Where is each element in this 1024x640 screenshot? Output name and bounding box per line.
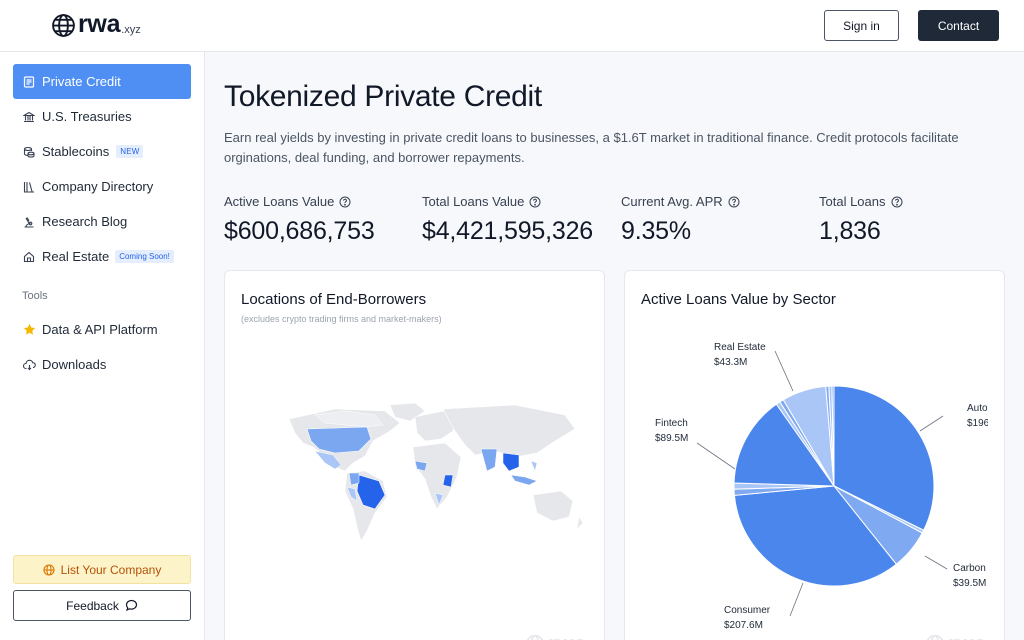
- page-title: Tokenized Private Credit: [224, 80, 542, 113]
- pie-label-fintech: Fintech $89.5M: [655, 418, 689, 444]
- cloud-download-icon: [22, 358, 36, 372]
- list-your-company-button[interactable]: List Your Company: [13, 555, 191, 584]
- map-region-east-africa: [442, 474, 454, 488]
- stat-current-avg-apr: Current Avg. APR 9.35%: [621, 194, 740, 246]
- map-region-asia: [442, 404, 576, 458]
- map-card: Locations of End-Borrowers (excludes cry…: [224, 270, 605, 640]
- sidebar-item-label: Company Directory: [42, 179, 154, 194]
- world-map[interactable]: [275, 401, 585, 551]
- page-description: Earn real yields by investing in private…: [224, 130, 959, 165]
- stat-label: Total Loans Value: [422, 194, 525, 209]
- library-icon: [22, 180, 36, 194]
- star-icon: [22, 323, 36, 337]
- map-region-australia: [532, 490, 574, 522]
- contact-button[interactable]: Contact: [918, 10, 999, 41]
- sidebar-item-label: Real Estate: [42, 249, 110, 264]
- pie-leader-line: [696, 442, 736, 470]
- stat-value: 9.35%: [621, 217, 691, 245]
- stat-value: $4,421,595,326: [422, 217, 593, 245]
- pie-label-real-estate: Real Estate $43.3M: [714, 342, 766, 368]
- globe-icon: [526, 634, 544, 640]
- map-region-southeast-asia: [502, 452, 520, 472]
- stat-active-loans-value: Active Loans Value $600,686,753: [224, 194, 375, 246]
- rwa-watermark: rwa: [525, 631, 586, 640]
- sidebar-item-label: Private Credit: [42, 74, 121, 89]
- stat-value: $600,686,753: [224, 217, 375, 245]
- map-region-philippines: [530, 460, 538, 472]
- coins-icon: [22, 145, 36, 159]
- stat-total-loans-value: Total Loans Value $4,421,595,326: [422, 194, 593, 246]
- help-icon[interactable]: [728, 196, 740, 208]
- microscope-icon: [22, 215, 36, 229]
- sidebar-item-research-blog[interactable]: Research Blog: [13, 204, 191, 239]
- map-region-colombia: [348, 472, 360, 486]
- sidebar-item-label: Research Blog: [42, 214, 128, 229]
- bank-icon: [22, 110, 36, 124]
- globe-icon: [926, 634, 944, 640]
- coming-soon-badge: Coming Soon!: [115, 250, 174, 263]
- globe-icon: [43, 563, 55, 576]
- sidebar-item-private-credit[interactable]: Private Credit: [13, 64, 191, 99]
- top-header: rwa .xyz Sign in Contact: [0, 0, 1024, 52]
- map-region-new-zealand: [576, 516, 584, 530]
- stat-label: Total Loans: [819, 194, 886, 209]
- list-company-label: List Your Company: [60, 562, 162, 577]
- new-badge: NEW: [116, 145, 144, 158]
- sidebar-item-label: Data & API Platform: [42, 322, 158, 337]
- stat-label: Active Loans Value: [224, 194, 335, 209]
- feedback-button[interactable]: Feedback: [13, 590, 191, 621]
- stat-total-loans: Total Loans 1,836: [819, 194, 903, 246]
- pie-card: Active Loans Value by Sector Real Estate…: [624, 270, 1005, 640]
- sidebar-item-us-treasuries[interactable]: U.S. Treasuries: [13, 99, 191, 134]
- pie-leader-line: [774, 350, 794, 392]
- feedback-label: Feedback: [66, 598, 119, 613]
- document-icon: [22, 75, 36, 89]
- pie-leader-line: [919, 415, 944, 432]
- globe-icon: [52, 14, 75, 37]
- chat-bubble-icon: [125, 599, 138, 612]
- sector-pie-chart[interactable]: [625, 271, 1005, 640]
- sidebar-item-label: Stablecoins: [42, 144, 110, 159]
- rwa-watermark: rwa: [925, 631, 986, 640]
- map-region-india: [480, 448, 498, 472]
- map-card-subtitle: (excludes crypto trading firms and marke…: [241, 314, 442, 324]
- pie-leader-line: [789, 582, 804, 617]
- stat-label: Current Avg. APR: [621, 194, 723, 209]
- logo-text: rwa: [78, 10, 121, 38]
- map-region-indonesia: [510, 474, 538, 486]
- pie-leader-line: [924, 555, 948, 570]
- sidebar-item-label: Downloads: [42, 357, 107, 372]
- sidebar-item-company-directory[interactable]: Company Directory: [13, 169, 191, 204]
- help-icon[interactable]: [339, 196, 351, 208]
- sidebar-item-real-estate[interactable]: Real Estate Coming Soon!: [13, 239, 191, 274]
- help-icon[interactable]: [891, 196, 903, 208]
- help-icon[interactable]: [529, 196, 541, 208]
- pie-card-clip-edge: [988, 391, 1004, 591]
- pie-label-carbon: Carbon $39.5M: [953, 563, 987, 589]
- sidebar-item-data-api-platform[interactable]: Data & API Platform: [13, 312, 191, 347]
- pie-label-consumer: Consumer $207.6M: [724, 605, 771, 631]
- sidebar: Private Credit U.S. Treasuries Stablecoi…: [0, 52, 205, 640]
- sidebar-item-label: U.S. Treasuries: [42, 109, 132, 124]
- stat-value: 1,836: [819, 217, 881, 245]
- map-region-west-africa: [414, 460, 428, 472]
- sign-in-button[interactable]: Sign in: [824, 10, 899, 41]
- tools-heading: Tools: [22, 290, 48, 302]
- map-card-title: Locations of End-Borrowers: [241, 291, 427, 308]
- logo-tld: .xyz: [121, 24, 141, 36]
- pie-label-auto: Auto $196: [967, 403, 990, 429]
- sidebar-item-downloads[interactable]: Downloads: [13, 347, 191, 382]
- house-icon: [22, 250, 36, 264]
- sidebar-item-stablecoins[interactable]: Stablecoins NEW: [13, 134, 191, 169]
- rwa-logo[interactable]: rwa .xyz: [51, 10, 141, 38]
